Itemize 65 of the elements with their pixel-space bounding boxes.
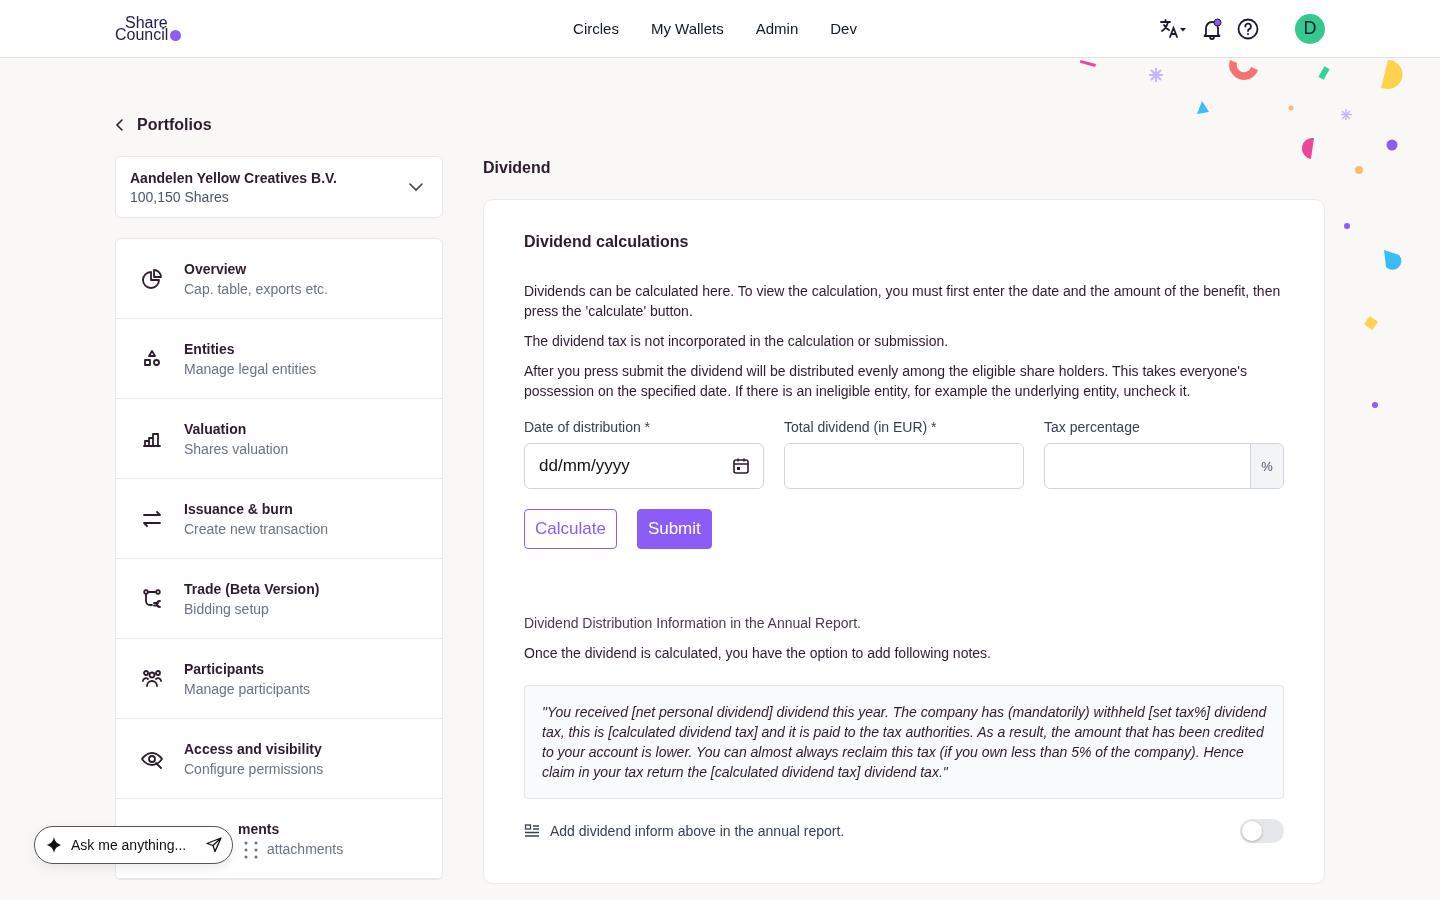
nav-link[interactable]: Admin <box>755 20 799 37</box>
route-euro-icon <box>140 586 164 611</box>
portfolio-select[interactable]: Aandelen Yellow Creatives B.V. 100,150 Shares <box>115 156 443 218</box>
field-label: Total dividend (in EUR) * <box>784 419 938 435</box>
item-subtitle: Configure permissions <box>184 760 324 777</box>
portfolio-name: Aandelen Yellow Creatives B.V. <box>130 169 337 186</box>
item-title: Trade (Beta Version) <box>184 580 320 597</box>
toggle-switch[interactable] <box>1240 819 1284 843</box>
sidebar-item[interactable]: Trade (Beta Version) Bidding setup <box>116 559 442 639</box>
back-link[interactable]: Portfolios <box>115 114 443 136</box>
chat-prompt-dialog[interactable]: Ask me anything... <box>34 826 233 864</box>
calculate-button[interactable]: Calculate <box>524 509 617 549</box>
submit-button[interactable]: Submit <box>636 509 712 549</box>
item-subtitle: Manage participants <box>184 680 311 697</box>
item-title: ments <box>238 820 281 837</box>
page-title: Dividend <box>483 159 552 177</box>
item-subtitle: Bidding setup <box>184 600 270 617</box>
toggle-label: Add dividend inform above in the annual report. <box>550 823 846 839</box>
paragraph: The dividend tax is not incorporated in the calculation or submission. <box>524 332 950 351</box>
translate-icon[interactable] <box>1159 17 1187 40</box>
bell-icon[interactable] <box>1201 17 1223 40</box>
drag-handle-icon[interactable] <box>243 840 259 860</box>
note-text: "You received [net personal dividend] dividend this year. The company has (mandatorily) withheld [set tax%] dividend tax, this is [calculated dividend tax] and it is paid to the tax authorities. As a result, the amount that has been credited to your account is lower. You can almost always reclaim this tax (if you own less than 5% of the company). Hence claim in your tax return the [calculated dividend tax] dividend tax." <box>524 685 1284 799</box>
chevron-down-icon <box>408 182 424 192</box>
date-field[interactable]: dd/mm/yyyy <box>524 443 764 489</box>
nav-link[interactable]: Circles <box>573 20 619 37</box>
sparkle-icon <box>45 836 63 854</box>
chevron-left-icon <box>115 118 125 132</box>
item-title: Valuation <box>184 420 248 437</box>
help-icon[interactable] <box>1237 17 1259 40</box>
item-title: Issuance & burn <box>184 500 294 517</box>
item-title: Overview <box>184 260 248 277</box>
field-label: Tax percentage <box>1044 419 1141 435</box>
percentage-field[interactable]: % <box>1044 443 1284 489</box>
item-title: Participants <box>184 660 266 677</box>
nav-link[interactable]: My Wallets <box>650 20 724 37</box>
item-title: Entities <box>184 340 236 357</box>
item-subtitle: Cap. table, exports etc. <box>184 280 328 297</box>
share-count: 100,150 Shares <box>130 188 230 205</box>
sidebar-item[interactable]: Overview Cap. table, exports etc. <box>116 239 442 319</box>
user-avatar[interactable]: D <box>1295 13 1325 44</box>
field-label: Date of distribution * <box>524 419 652 435</box>
sidebar-item[interactable]: Participants Manage participants <box>116 639 442 719</box>
list-icon <box>524 824 540 838</box>
logo[interactable]: Share Council <box>115 16 315 41</box>
card-title: Dividend calculations <box>524 233 690 251</box>
item-subtitle: attachments <box>267 840 344 857</box>
section-heading: Dividend Distribution Information in the Annual Report. <box>524 614 862 633</box>
paragraph: Once the dividend is calculated, you have the option to add following notes. <box>524 644 992 663</box>
paragraph: After you press submit the dividend will be distributed evenly among the eligible share holders. This takes everyone's possession on the specified date. If there is an ineligible entity, for example the underlying entity, uncheck it. <box>524 362 1249 401</box>
amount-field[interactable] <box>784 443 1024 489</box>
sidebar-item[interactable]: Valuation Shares valuation <box>116 399 442 479</box>
sidebar-item[interactable]: Entities Manage legal entities <box>116 319 442 399</box>
item-title: Access and visibility <box>184 740 323 757</box>
item-subtitle: Shares valuation <box>184 440 289 457</box>
pie-chart-icon <box>140 266 164 291</box>
item-subtitle: Manage legal entities <box>184 360 317 377</box>
item-subtitle: Create new transaction <box>184 520 328 537</box>
nav-link[interactable]: Dev <box>830 20 857 37</box>
paragraph: Dividends can be calculated here. To view the calculation, you must first enter the date and the amount of the benefit, then press the 'calculate' button. <box>524 282 1282 321</box>
sidebar-item[interactable]: Issuance & burn Create new transaction <box>116 479 442 559</box>
percent-suffix: % <box>1250 444 1283 488</box>
sidebar-item[interactable]: Access and visibility Configure permissions <box>116 719 442 799</box>
calendar-icon[interactable] <box>732 457 750 475</box>
send-icon[interactable] <box>206 837 222 853</box>
